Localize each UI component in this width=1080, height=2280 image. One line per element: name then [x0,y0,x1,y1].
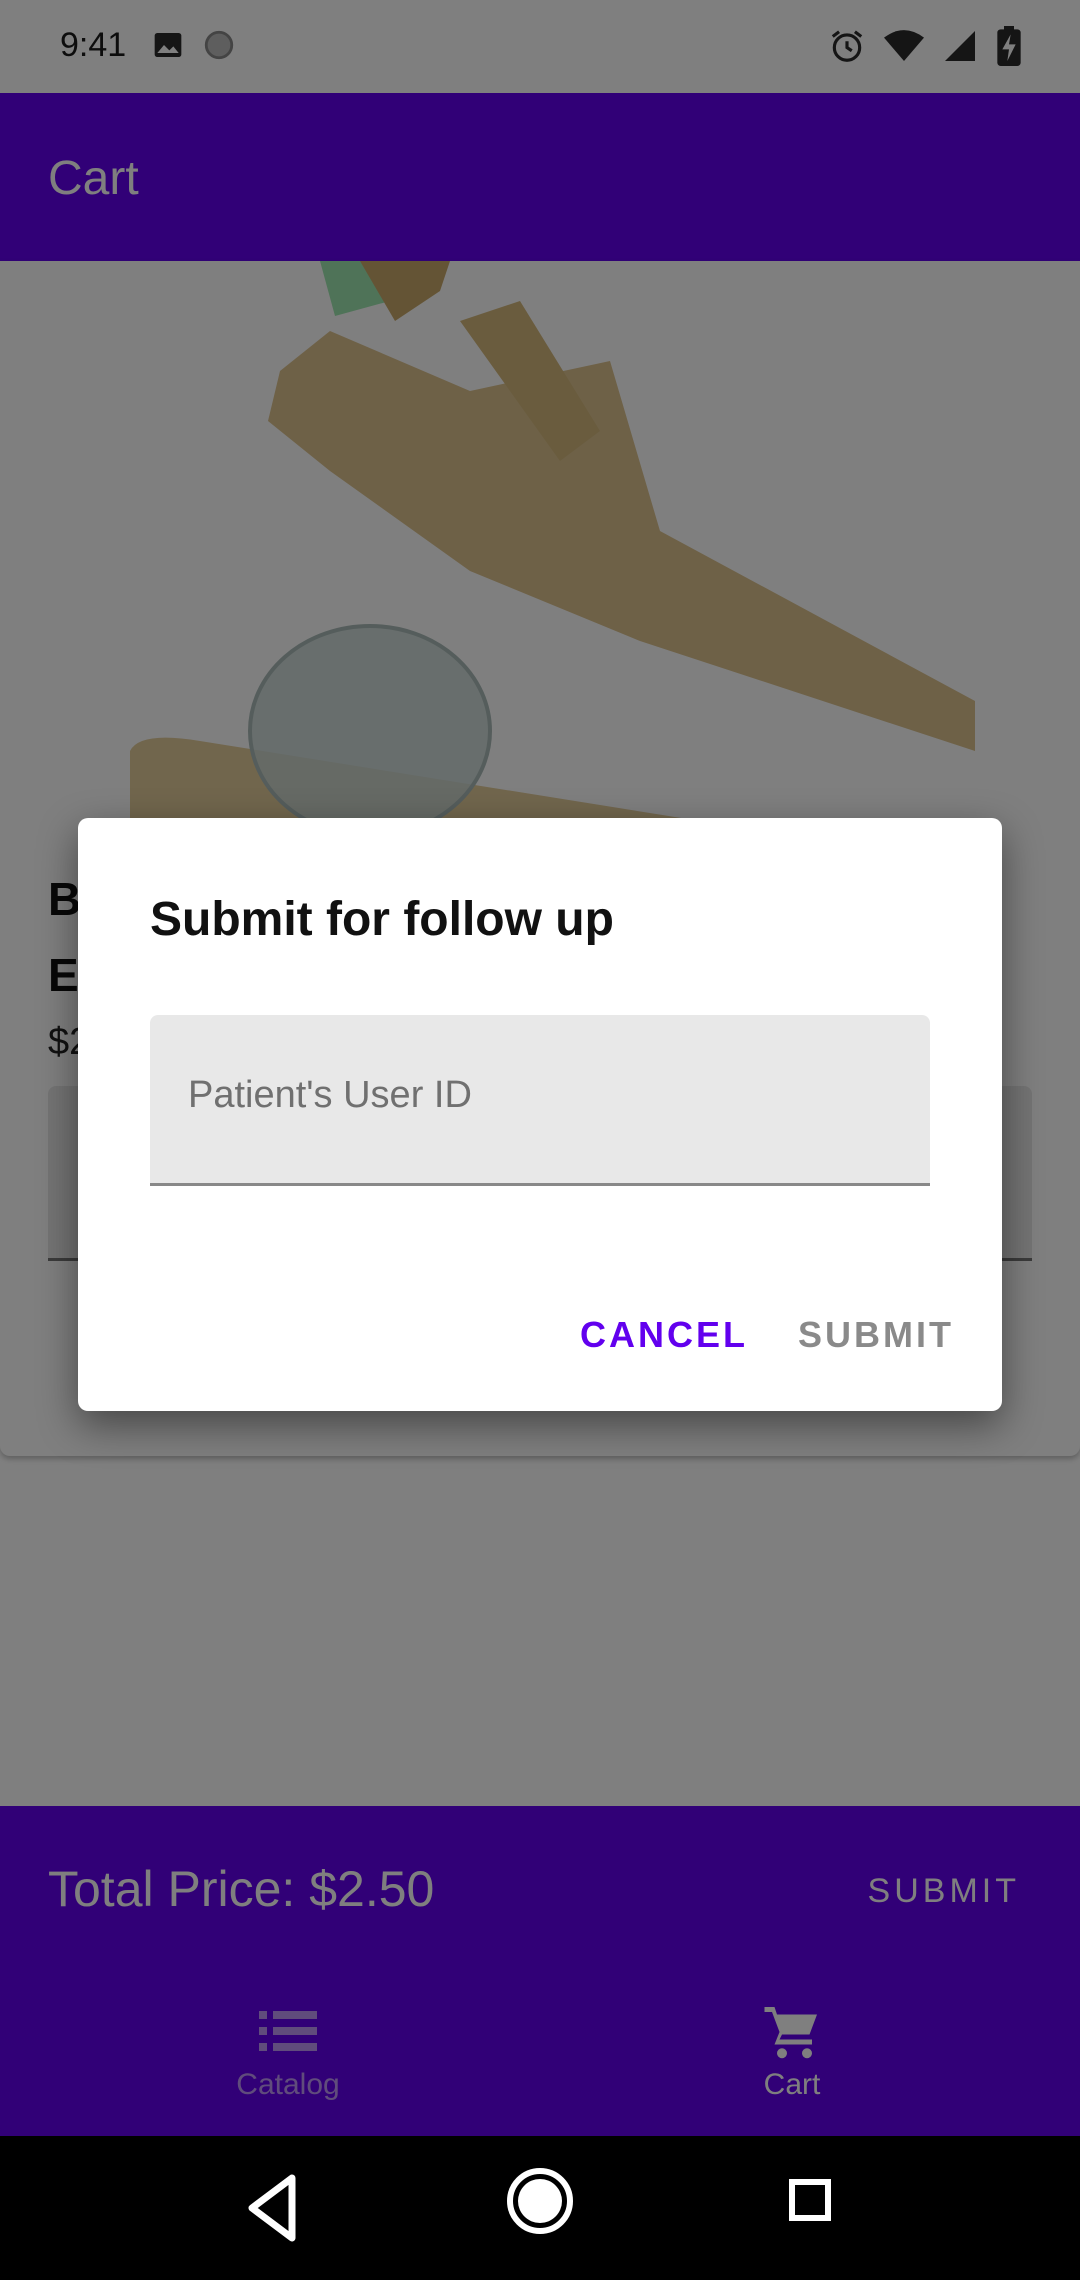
recents-icon[interactable] [788,2178,832,2222]
system-navigation-bar [0,2136,1080,2280]
cancel-button[interactable]: CANCEL [580,1314,748,1356]
patient-user-id-field[interactable] [150,1015,930,1186]
patient-user-id-input[interactable] [186,1073,890,1118]
back-icon[interactable] [244,2170,300,2246]
dialog-submit-button[interactable]: SUBMIT [798,1314,954,1356]
dialog-actions: CANCEL SUBMIT [580,1314,954,1356]
home-icon[interactable] [505,2166,575,2236]
follow-up-dialog: Submit for follow up CANCEL SUBMIT [78,818,1002,1411]
dialog-title: Submit for follow up [150,893,614,946]
